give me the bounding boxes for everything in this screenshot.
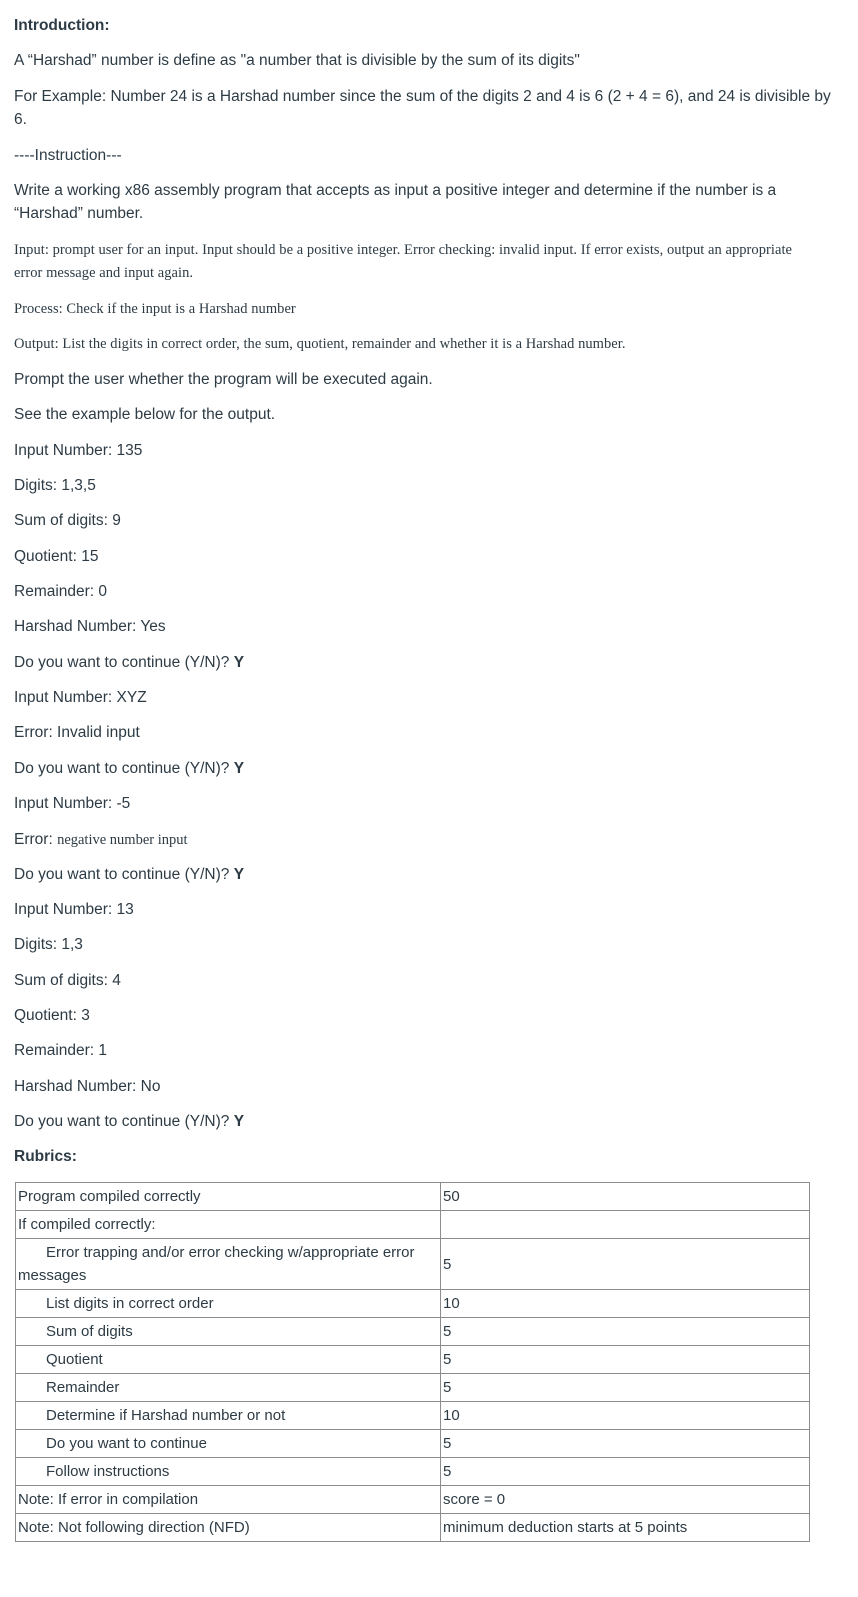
run1-continue-line: Do you want to continue (Y/N)? Y [14, 651, 244, 674]
run4-digits-line: Digits: 1,3 [14, 936, 83, 953]
run4-input-line: Input Number: 13 [14, 901, 134, 918]
run4-continue-line: Do you want to continue (Y/N)? Y [14, 1110, 244, 1133]
output-requirement: Output: List the digits in correct order… [14, 336, 626, 352]
run3-input-line: Input Number: -5 [14, 795, 131, 812]
run1-input-line: Input Number: 135 [14, 442, 143, 459]
table-row: Note: Not following direction (NFD) mini… [15, 1513, 810, 1542]
table-row: Quotient 5 [15, 1345, 810, 1374]
see-example-text: See the example below for the output. [14, 406, 276, 423]
table-row: Program compiled correctly 50 [15, 1182, 810, 1211]
rubric-points: 10 [440, 1289, 810, 1318]
rubric-criterion: Note: Not following direction (NFD) [15, 1513, 441, 1542]
run1-quotient-line: Quotient: 15 [14, 548, 99, 565]
rubric-criterion-text: Error trapping and/or error checking w/a… [18, 1244, 415, 1284]
input-requirement: Input: prompt user for an input. Input s… [14, 242, 793, 281]
instruction-heading: ----Instruction--- [14, 147, 122, 164]
rubrics-heading: Rubrics: [14, 1148, 77, 1165]
task-description: Write a working x86 assembly program tha… [14, 182, 777, 222]
harshad-example: For Example: Number 24 is a Harshad numb… [14, 88, 831, 128]
run1-harshad-line: Harshad Number: Yes [14, 618, 166, 635]
error-label: Error: [14, 831, 58, 848]
run1-remainder-line: Remainder: 0 [14, 583, 108, 600]
rubric-criterion: List digits in correct order [15, 1289, 441, 1318]
table-row: Note: If error in compilation score = 0 [15, 1485, 810, 1514]
rubric-points: 5 [440, 1457, 810, 1486]
continue-answer: Y [233, 654, 245, 671]
table-row: If compiled correctly: [15, 1210, 810, 1239]
rubric-criterion: Sum of digits [15, 1317, 441, 1346]
rubric-points [440, 1210, 810, 1239]
continue-answer: Y [233, 1113, 245, 1130]
table-row: Error trapping and/or error checking w/a… [15, 1238, 810, 1290]
run2-error-line: Error: Invalid input [14, 724, 140, 741]
continue-prompt: Do you want to continue (Y/N)? [14, 760, 234, 777]
rubric-points: minimum deduction starts at 5 points [440, 1513, 810, 1542]
rubric-points: 5 [440, 1373, 810, 1402]
rubric-points: score = 0 [440, 1485, 810, 1514]
table-row: List digits in correct order 10 [15, 1289, 810, 1318]
table-row: Remainder 5 [15, 1373, 810, 1402]
rubric-criterion: Remainder [15, 1373, 441, 1402]
table-row: Sum of digits 5 [15, 1317, 810, 1346]
rubric-points: 5 [440, 1238, 810, 1290]
rubric-points: 50 [440, 1182, 810, 1211]
continue-prompt: Do you want to continue (Y/N)? [14, 1113, 234, 1130]
introduction-heading: Introduction: [14, 17, 110, 34]
rubric-points: 5 [440, 1317, 810, 1346]
run4-sum-line: Sum of digits: 4 [14, 972, 121, 989]
rubric-criterion: If compiled correctly: [15, 1210, 441, 1239]
rubric-criterion: Follow instructions [15, 1457, 441, 1486]
process-requirement: Process: Check if the input is a Harshad… [14, 301, 296, 317]
rubric-criterion: Quotient [15, 1345, 441, 1374]
run3-continue-line: Do you want to continue (Y/N)? Y [14, 863, 244, 886]
rubric-criterion: Program compiled correctly [15, 1182, 441, 1211]
table-row: Do you want to continue 5 [15, 1429, 810, 1458]
run1-digits-line: Digits: 1,3,5 [14, 477, 96, 494]
run4-remainder-line: Remainder: 1 [14, 1042, 108, 1059]
continue-prompt: Do you want to continue (Y/N)? [14, 866, 234, 883]
rubric-points: 5 [440, 1345, 810, 1374]
rubrics-table: Program compiled correctly 50 If compile… [15, 1182, 810, 1542]
table-row: Determine if Harshad number or not 10 [15, 1401, 810, 1430]
run3-error-line: Error: negative number input [14, 828, 188, 852]
continue-answer: Y [233, 760, 245, 777]
run2-continue-line: Do you want to continue (Y/N)? Y [14, 757, 244, 780]
rubric-points: 5 [440, 1429, 810, 1458]
rubric-points: 10 [440, 1401, 810, 1430]
run4-quotient-line: Quotient: 3 [14, 1007, 90, 1024]
error-message: negative number input [57, 832, 188, 848]
rubric-criterion: Determine if Harshad number or not [15, 1401, 441, 1430]
run2-input-line: Input Number: XYZ [14, 689, 147, 706]
table-row: Follow instructions 5 [15, 1457, 810, 1486]
continue-prompt: Do you want to continue (Y/N)? [14, 654, 234, 671]
rubric-criterion: Error trapping and/or error checking w/a… [15, 1238, 441, 1290]
run4-harshad-line: Harshad Number: No [14, 1078, 161, 1095]
run1-sum-line: Sum of digits: 9 [14, 512, 121, 529]
harshad-definition: A “Harshad” number is define as "a numbe… [14, 52, 580, 69]
rubric-criterion: Note: If error in compilation [15, 1485, 441, 1514]
rubric-criterion: Do you want to continue [15, 1429, 441, 1458]
continue-answer: Y [233, 866, 245, 883]
prompt-again-requirement: Prompt the user whether the program will… [14, 371, 433, 388]
